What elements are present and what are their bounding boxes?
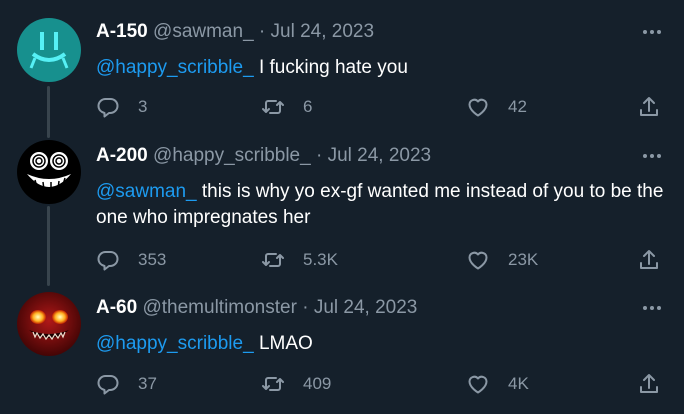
retweet-icon (262, 100, 284, 114)
tweet-text: @happy_scribble_ I fucking hate you (96, 55, 666, 81)
tweet[interactable]: A-150 @sawman_ · Jul 24, 2023 @happy_scr… (0, 0, 684, 140)
separator: · (302, 297, 309, 318)
handle[interactable]: @themultimonster (142, 297, 296, 318)
tweet-body-text: I fucking hate you (258, 57, 408, 78)
reply-icon (97, 375, 119, 395)
tweet-header: A-150 @sawman_ · Jul 24, 2023 (96, 20, 374, 44)
red-monster-avatar-icon (17, 292, 81, 356)
action-bar: 3 6 42 (96, 93, 666, 121)
more-icon[interactable] (640, 23, 664, 41)
tweet-text: @sawman_ this is why yo ex-gf wanted me … (96, 179, 666, 231)
timestamp[interactable]: Jul 24, 2023 (328, 145, 432, 166)
retweet-icon (262, 253, 284, 267)
avatar[interactable] (17, 292, 81, 356)
timestamp[interactable]: Jul 24, 2023 (314, 297, 418, 318)
action-bar: 353 5.3K 23K (96, 246, 666, 274)
heart-icon (468, 375, 488, 394)
display-name[interactable]: A-200 (96, 145, 148, 166)
more-icon[interactable] (640, 299, 664, 317)
handle[interactable]: @happy_scribble_ (153, 145, 311, 166)
like-button[interactable]: 23K (466, 246, 538, 274)
separator: · (315, 145, 323, 166)
tweet-text: @happy_scribble_ LMAO (96, 331, 666, 357)
tweet-thread: A-150 @sawman_ · Jul 24, 2023 @happy_scr… (0, 0, 684, 414)
reply-button[interactable]: 37 (96, 370, 157, 398)
tweet-header: A-60 @themultimonster · Jul 24, 2023 (96, 296, 417, 320)
retweet-button[interactable]: 409 (261, 370, 331, 398)
more-icon[interactable] (640, 147, 664, 165)
teal-face-avatar-icon (17, 18, 81, 82)
share-icon (640, 97, 658, 116)
display-name[interactable]: A-60 (96, 297, 137, 318)
share-button[interactable] (637, 246, 661, 274)
retweet-icon (262, 377, 284, 391)
handle[interactable]: @sawman_ (153, 21, 254, 42)
separator: · (258, 21, 266, 42)
mention-link[interactable]: @sawman_ (96, 181, 197, 202)
retweet-count: 6 (303, 97, 313, 116)
like-count: 42 (508, 97, 527, 116)
share-button[interactable] (637, 370, 661, 398)
reply-count: 3 (138, 97, 148, 116)
share-button[interactable] (637, 93, 661, 121)
mention-link[interactable]: @happy_scribble_ (96, 333, 254, 354)
reply-icon (97, 98, 119, 118)
retweet-button[interactable]: 6 (261, 93, 312, 121)
reply-button[interactable]: 353 (96, 246, 166, 274)
tweet[interactable]: A-200 @happy_scribble_ · Jul 24, 2023 @s… (0, 140, 684, 285)
mention-link[interactable]: @happy_scribble_ (96, 57, 254, 78)
avatar[interactable] (17, 140, 81, 204)
share-icon (640, 374, 658, 393)
action-bar: 37 409 4K (96, 370, 666, 398)
avatar[interactable] (17, 18, 81, 82)
reply-count: 353 (138, 250, 167, 269)
retweet-button[interactable]: 5.3K (261, 246, 338, 274)
display-name[interactable]: A-150 (96, 21, 148, 42)
heart-icon (468, 251, 488, 270)
retweet-count: 5.3K (303, 250, 338, 269)
tweet[interactable]: A-60 @themultimonster · Jul 24, 2023 @ha… (0, 285, 684, 414)
reply-count: 37 (138, 374, 157, 393)
timestamp[interactable]: Jul 24, 2023 (271, 21, 375, 42)
like-count: 23K (508, 250, 539, 269)
like-button[interactable]: 4K (466, 370, 529, 398)
retweet-count: 409 (303, 374, 332, 393)
heart-icon (468, 98, 488, 117)
share-icon (640, 250, 658, 269)
like-count: 4K (508, 374, 529, 393)
tweet-body-text: LMAO (258, 333, 313, 354)
reply-button[interactable]: 3 (96, 93, 147, 121)
like-button[interactable]: 42 (466, 93, 527, 121)
tweet-header: A-200 @happy_scribble_ · Jul 24, 2023 (96, 144, 431, 168)
reply-icon (97, 251, 119, 271)
scribble-face-avatar-icon (17, 140, 81, 204)
